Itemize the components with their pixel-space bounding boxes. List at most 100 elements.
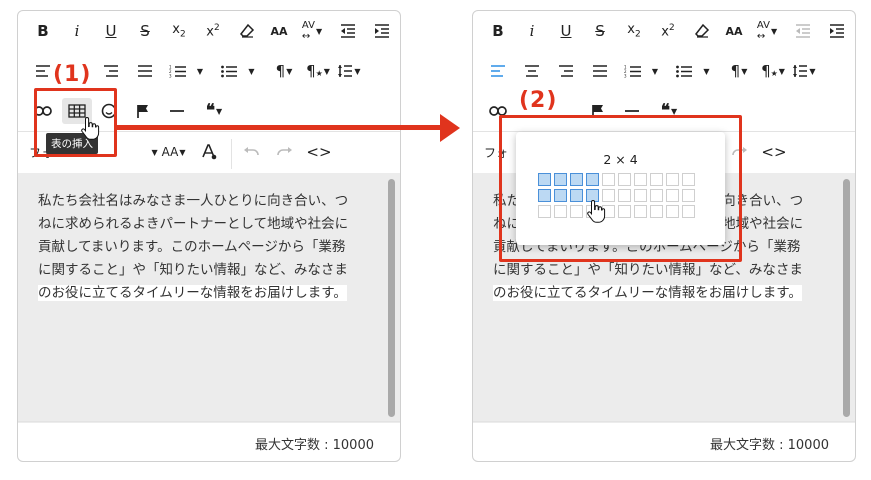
underline-button[interactable]: U: [98, 19, 124, 43]
eraser-icon: [695, 23, 710, 38]
paragraph-button[interactable]: ¶ ▼: [270, 59, 298, 83]
text-line-highlight: のお役に立てるタイムリーな情報をお届けします。: [38, 285, 347, 301]
align-left-button[interactable]: [485, 59, 511, 83]
paragraph-button[interactable]: ¶ ▼: [725, 59, 753, 83]
superscript-button[interactable]: x2: [655, 19, 681, 43]
font-size-select[interactable]: ▼ AA ▼: [150, 140, 186, 164]
code-view-button[interactable]: <>: [306, 140, 332, 164]
underline-button[interactable]: U: [553, 19, 579, 43]
font-size-icon: AA: [161, 145, 179, 159]
justify-button[interactable]: [132, 59, 158, 83]
line-height-button[interactable]: ▼: [334, 59, 364, 83]
horizontal-rule-button[interactable]: [164, 99, 190, 123]
bullet-list-button[interactable]: ▼: [218, 59, 258, 83]
letter-spacing-button[interactable]: AV ↔ ▼: [749, 19, 785, 43]
scrollbar-thumb[interactable]: [388, 179, 395, 417]
horizontal-rule-icon: [625, 110, 639, 112]
code-view-button[interactable]: <>: [761, 140, 787, 164]
clear-format-button[interactable]: [689, 19, 715, 43]
chevron-down-icon: ▼: [248, 66, 255, 76]
chevron-down-icon: ▼: [770, 26, 778, 36]
max-chars-label: 最大文字数 : 10000: [255, 438, 374, 453]
outdent-icon: [796, 24, 810, 38]
font-size-button[interactable]: AA: [266, 19, 292, 43]
step1-label: (1): [50, 62, 95, 87]
line-height-icon: [338, 65, 353, 77]
chevron-down-icon: ▼: [651, 66, 659, 76]
ordered-list-button[interactable]: 123 ▼: [166, 59, 206, 83]
bullet-list-icon: [221, 65, 238, 77]
superscript-icon: x2: [206, 22, 220, 40]
letter-spacing-button[interactable]: AV ↔ ▼: [294, 19, 330, 43]
indent-icon: [830, 24, 844, 38]
scrollbar-thumb[interactable]: [843, 179, 850, 417]
font-size-icon: AA: [725, 24, 743, 38]
indent-button[interactable]: [824, 19, 850, 43]
line-height-icon: [793, 65, 808, 77]
subscript-button[interactable]: x2: [166, 19, 192, 43]
font-size-button[interactable]: AA: [721, 19, 747, 43]
quote-button[interactable]: ❝ ▼: [198, 99, 230, 123]
undo-button[interactable]: [238, 140, 264, 164]
superscript-icon: x2: [661, 22, 675, 40]
editor-footer: 最大文字数 : 10000: [473, 421, 855, 461]
flag-icon: [137, 104, 148, 118]
ordered-list-button[interactable]: 123 ▼: [621, 59, 661, 83]
eraser-icon: [240, 23, 255, 38]
subscript-icon: x2: [172, 22, 186, 40]
outdent-button[interactable]: [790, 19, 816, 43]
bold-button[interactable]: B: [485, 19, 511, 43]
strikethrough-icon: S: [140, 22, 150, 40]
chevron-down-icon: ▼: [179, 147, 186, 157]
indent-icon: [375, 24, 389, 38]
chevron-down-icon: ▼: [354, 66, 361, 76]
align-right-icon: [104, 65, 118, 77]
bullet-list-button[interactable]: ▼: [673, 59, 713, 83]
align-center-button[interactable]: [519, 59, 545, 83]
subscript-button[interactable]: x2: [621, 19, 647, 43]
strikethrough-button[interactable]: S: [587, 19, 613, 43]
content-area[interactable]: 私たち会社名はみなさま一人ひとりに向き合い、つ ねに求められるよきパートナーとし…: [18, 173, 400, 423]
flag-button[interactable]: [130, 99, 156, 123]
editor-footer: 最大文字数 : 10000: [18, 421, 400, 461]
align-right-button[interactable]: [553, 59, 579, 83]
content-text[interactable]: 私たち会社名はみなさま一人ひとりに向き合い、つ ねに求められるよきパートナーとし…: [38, 190, 368, 305]
hand-cursor-icon: [587, 199, 606, 223]
toolbar-divider: [231, 139, 232, 169]
font-size-icon: AA: [270, 24, 288, 38]
bullet-list-icon: [676, 65, 693, 77]
align-right-button[interactable]: [98, 59, 124, 83]
text-line: に関すること」や「知りたい情報」など、みなさま: [38, 262, 348, 278]
paragraph-style-button[interactable]: ¶★ ▼: [302, 59, 334, 83]
outdent-button[interactable]: [335, 19, 361, 43]
text-color-button[interactable]: [196, 140, 222, 164]
undo-icon: [244, 147, 259, 156]
text-line: のお役に立てるタイムリーな情報をお届けします。: [38, 282, 368, 305]
svg-text:3: 3: [169, 73, 172, 78]
line-height-button[interactable]: ▼: [789, 59, 819, 83]
align-right-icon: [559, 65, 573, 77]
paragraph-icon: ¶: [730, 62, 741, 80]
clear-format-button[interactable]: [234, 19, 260, 43]
italic-button[interactable]: i: [519, 19, 545, 43]
text-line: 私たち会社名はみなさま一人ひとりに向き合い、つ: [38, 193, 349, 209]
paragraph-style-button[interactable]: ¶★ ▼: [757, 59, 789, 83]
chevron-down-icon: ▼: [809, 66, 816, 76]
indent-button[interactable]: [369, 19, 395, 43]
letter-spacing-icon: AV ↔: [301, 20, 315, 42]
chevron-down-icon: ▼: [196, 66, 204, 76]
toolbar-row-2: 123 ▼ ▼ ¶ ▼ ¶★ ▼ ▼: [473, 51, 855, 91]
justify-icon: [138, 65, 152, 77]
text-line-highlight: のお役に立てるタイムリーな情報をお届けします。: [493, 285, 802, 301]
outdent-icon: [341, 24, 355, 38]
justify-button[interactable]: [587, 59, 613, 83]
redo-button[interactable]: [272, 140, 298, 164]
text-color-icon: [202, 144, 217, 160]
chevron-down-icon: ▼: [216, 106, 223, 116]
strikethrough-button[interactable]: S: [132, 19, 158, 43]
paragraph-icon: ¶: [275, 62, 286, 80]
superscript-button[interactable]: x2: [200, 19, 226, 43]
italic-button[interactable]: i: [64, 19, 90, 43]
bold-button[interactable]: B: [30, 19, 56, 43]
strikethrough-icon: S: [595, 22, 605, 40]
